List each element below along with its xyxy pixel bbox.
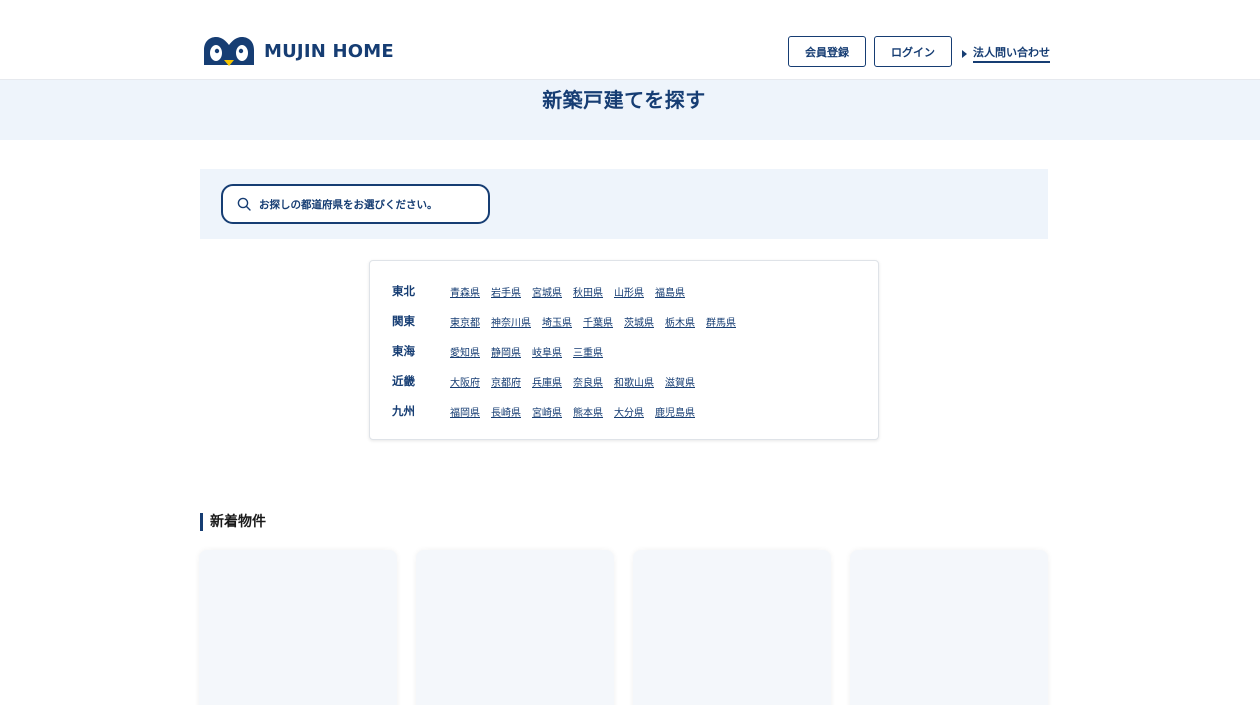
- prefecture-link[interactable]: 熊本県: [573, 404, 603, 419]
- prefecture-link[interactable]: 静岡県: [491, 344, 521, 359]
- prefecture-link[interactable]: 大分県: [614, 404, 644, 419]
- region-name: 東北: [392, 284, 415, 298]
- prefecture-link[interactable]: 鹿児島県: [655, 404, 695, 419]
- prefecture-link[interactable]: 福岡県: [450, 404, 480, 419]
- prefecture-link[interactable]: 岩手県: [491, 284, 521, 299]
- login-button[interactable]: ログイン: [874, 36, 952, 67]
- prefecture-list-card: 東北 青森県 岩手県 宮城県 秋田県 山形県 福島県 関東 東京都 神奈川県 埼…: [369, 260, 879, 440]
- prefecture-link[interactable]: 兵庫県: [532, 374, 562, 389]
- prefecture-link[interactable]: 青森県: [450, 284, 480, 299]
- prefecture-link[interactable]: 宮崎県: [532, 404, 562, 419]
- region-name: 関東: [392, 314, 415, 328]
- region-name: 九州: [392, 404, 415, 418]
- prefecture-link[interactable]: 奈良県: [573, 374, 603, 389]
- prefecture-link[interactable]: 神奈川県: [491, 314, 531, 329]
- register-button[interactable]: 会員登録: [788, 36, 866, 67]
- prefecture-link[interactable]: 秋田県: [573, 284, 603, 299]
- prefecture-link[interactable]: 滋賀県: [665, 374, 695, 389]
- listing-card[interactable]: [199, 550, 397, 705]
- listing-card[interactable]: [416, 550, 614, 705]
- prefecture-link[interactable]: 京都府: [491, 374, 521, 389]
- corporate-contact-label: 法人問い合わせ: [973, 44, 1050, 63]
- search-band: お探しの都道府県をお選びください。: [200, 169, 1048, 239]
- prefecture-link[interactable]: 岐阜県: [532, 344, 562, 359]
- prefecture-link[interactable]: 長崎県: [491, 404, 521, 419]
- prefecture-link[interactable]: 三重県: [573, 344, 603, 359]
- prefecture-link[interactable]: 群馬県: [706, 314, 736, 329]
- search-icon: [237, 197, 251, 211]
- prefecture-search-input[interactable]: お探しの都道府県をお選びください。: [221, 184, 490, 224]
- search-placeholder: お探しの都道府県をお選びください。: [259, 198, 438, 211]
- listing-card[interactable]: [633, 550, 831, 705]
- region-row-kanto: 関東 東京都 神奈川県 埼玉県 千葉県 茨城県 栃木県 群馬県: [392, 311, 747, 331]
- penguin-logo-icon: [204, 37, 254, 66]
- new-listings-heading: 新着物件: [200, 513, 266, 531]
- prefecture-link[interactable]: 福島県: [655, 284, 685, 299]
- region-row-kyushu: 九州 福岡県 長崎県 宮崎県 熊本県 大分県 鹿児島県: [392, 401, 706, 421]
- prefecture-link[interactable]: 千葉県: [583, 314, 613, 329]
- corporate-contact-link[interactable]: 法人問い合わせ: [962, 44, 1050, 63]
- site-header: MUJIN HOME 会員登録 ログイン 法人問い合わせ: [0, 0, 1260, 80]
- listing-card[interactable]: [850, 550, 1048, 705]
- region-row-kinki: 近畿 大阪府 京都府 兵庫県 奈良県 和歌山県 滋賀県: [392, 371, 706, 391]
- prefecture-link[interactable]: 山形県: [614, 284, 644, 299]
- prefecture-link[interactable]: 東京都: [450, 314, 480, 329]
- prefecture-link[interactable]: 大阪府: [450, 374, 480, 389]
- caret-right-icon: [962, 49, 967, 58]
- prefecture-link[interactable]: 宮城県: [532, 284, 562, 299]
- prefecture-link[interactable]: 栃木県: [665, 314, 695, 329]
- region-row-tohoku: 東北 青森県 岩手県 宮城県 秋田県 山形県 福島県: [392, 281, 696, 301]
- region-name: 近畿: [392, 374, 415, 388]
- page-title: 新築戸建てを探す: [542, 88, 706, 112]
- region-row-tokai: 東海 愛知県 静岡県 岐阜県 三重県: [392, 341, 614, 361]
- prefecture-link[interactable]: 茨城県: [624, 314, 654, 329]
- logo-text: MUJIN HOME: [264, 40, 394, 62]
- region-name: 東海: [392, 344, 415, 358]
- prefecture-link[interactable]: 埼玉県: [542, 314, 572, 329]
- title-band: 新築戸建てを探す: [0, 80, 1260, 140]
- prefecture-link[interactable]: 和歌山県: [614, 374, 654, 389]
- prefecture-link[interactable]: 愛知県: [450, 344, 480, 359]
- site-logo[interactable]: MUJIN HOME: [202, 36, 394, 66]
